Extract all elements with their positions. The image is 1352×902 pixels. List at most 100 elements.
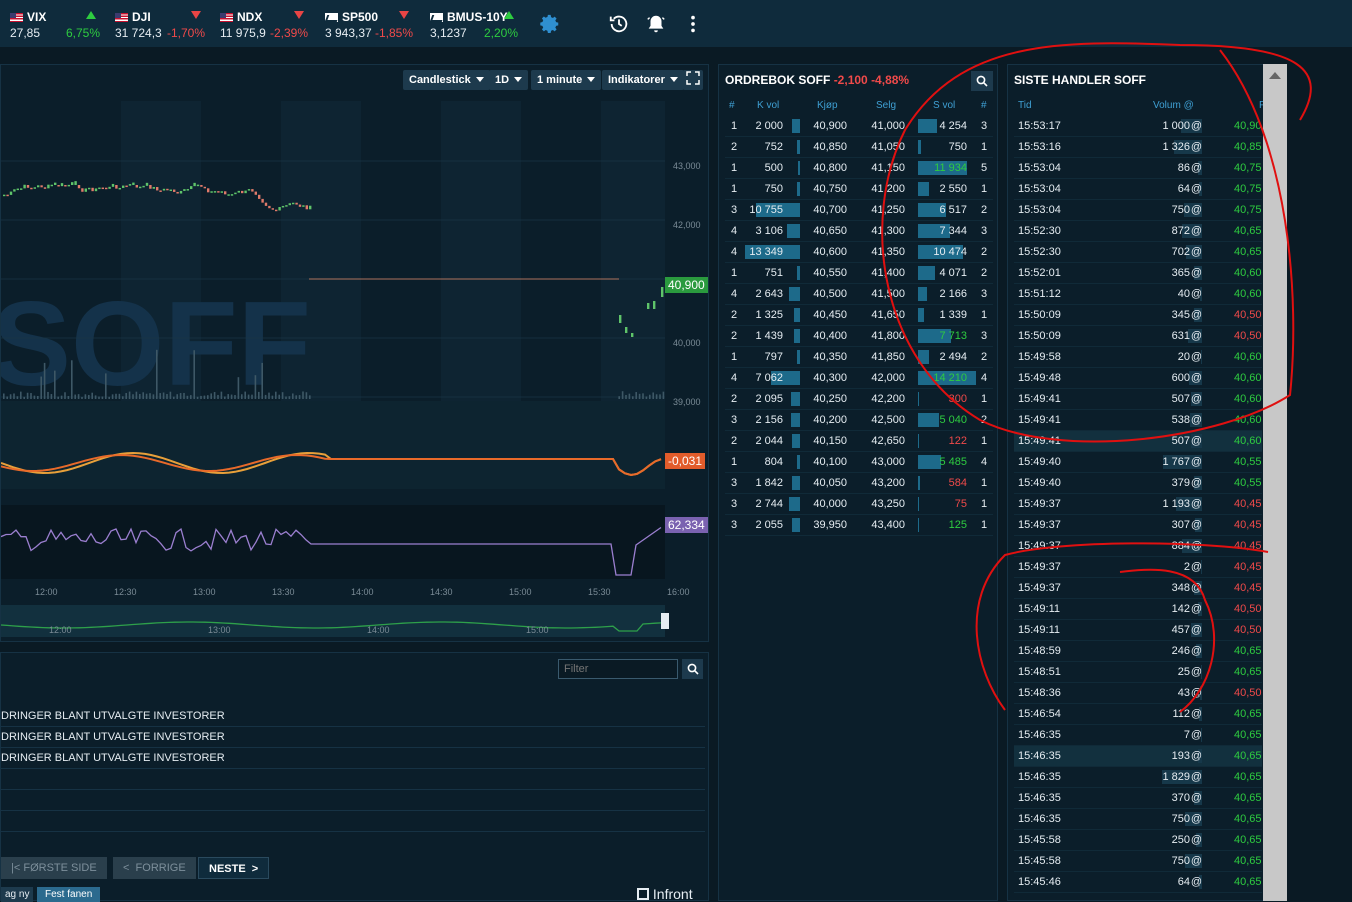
orderbook-row[interactable]: 2 2 095 40,250 42,200 300 1 bbox=[725, 389, 993, 410]
trade-row[interactable]: 15:45:46 64@40,650 bbox=[1014, 872, 1262, 893]
candle bbox=[200, 185, 203, 187]
orderbook-row[interactable]: 2 1 325 40,450 41,650 1 339 1 bbox=[725, 305, 993, 326]
trade-row[interactable]: 15:53:04 750@40,750 bbox=[1014, 200, 1262, 221]
trade-row[interactable]: 15:49:40 379@40,550 bbox=[1014, 473, 1262, 494]
trade-row[interactable]: 15:53:04 86@40,750 bbox=[1014, 158, 1262, 179]
trade-row[interactable]: 15:48:59 246@40,650 bbox=[1014, 641, 1262, 662]
search-icon[interactable] bbox=[971, 71, 993, 91]
bottom-tab-2[interactable]: Fest fanen bbox=[37, 887, 101, 902]
trade-row[interactable]: 15:52:30 702@40,650 bbox=[1014, 242, 1262, 263]
bid-volume: 2 044 bbox=[755, 435, 783, 447]
ticker-vix[interactable]: VIX 27,85 6,75% bbox=[10, 8, 100, 42]
alarm-bell-icon[interactable] bbox=[644, 12, 668, 36]
trade-row[interactable]: 15:49:41 507@40,600 bbox=[1014, 431, 1262, 452]
trade-row[interactable]: 15:49:41 538@40,600 bbox=[1014, 410, 1262, 431]
news-row[interactable]: DRINGER BLANT UTVALGTE INVESTORER bbox=[1, 748, 705, 769]
trade-row[interactable]: 15:49:37 348@40,450 bbox=[1014, 578, 1262, 599]
news-filter-input[interactable] bbox=[558, 659, 678, 679]
bid-volume-bar bbox=[791, 392, 800, 406]
trade-row[interactable]: 15:46:35 193@40,650 bbox=[1014, 746, 1262, 767]
trade-row[interactable]: 15:49:41 507@40,600 bbox=[1014, 389, 1262, 410]
trade-row[interactable]: 15:48:36 43@40,500 bbox=[1014, 683, 1262, 704]
orderbook-row[interactable]: 1 750 40,750 41,200 2 550 1 bbox=[725, 179, 993, 200]
chart-panel[interactable]: Candlestick 1D 1 minute Indikatorer SOFF… bbox=[0, 64, 709, 642]
orderbook-row[interactable]: 3 1 842 40,050 43,200 584 1 bbox=[725, 473, 993, 494]
trade-row[interactable]: 15:49:58 20@40,600 bbox=[1014, 347, 1262, 368]
price-chart[interactable]: SOFF bbox=[1, 65, 709, 643]
trades-scrollbar[interactable] bbox=[1263, 64, 1287, 901]
history-icon[interactable] bbox=[607, 12, 631, 36]
ask-count: 3 bbox=[981, 330, 988, 342]
trades-panel: SISTE HANDLER SOFF Tid Volum @ P 15:53:1… bbox=[1007, 64, 1287, 901]
candle bbox=[108, 186, 111, 189]
orderbook-row[interactable]: 4 7 062 40,300 42,000 14 210 4 bbox=[725, 368, 993, 389]
navigator-handle[interactable] bbox=[661, 613, 669, 629]
trade-row[interactable]: 15:50:09 345@40,500 bbox=[1014, 305, 1262, 326]
trade-row[interactable]: 15:46:35 370@40,650 bbox=[1014, 788, 1262, 809]
trade-row[interactable]: 15:49:37 2@40,450 bbox=[1014, 557, 1262, 578]
orderbook-row[interactable]: 3 2 055 39,950 43,400 125 1 bbox=[725, 515, 993, 536]
trade-row[interactable]: 15:51:12 40@40,600 bbox=[1014, 284, 1262, 305]
trade-row[interactable]: 15:49:37 1 193@40,450 bbox=[1014, 494, 1262, 515]
trade-row[interactable]: 15:49:40 1 767@40,550 bbox=[1014, 452, 1262, 473]
ticker-bmus-10y[interactable]: BMUS-10Y 3,1237 2,20% bbox=[430, 8, 518, 42]
ask-count: 2 bbox=[981, 246, 988, 258]
candle bbox=[43, 187, 47, 189]
trade-row[interactable]: 15:53:17 1 000@40,900 bbox=[1014, 116, 1262, 137]
orderbook-row[interactable]: 1 804 40,100 43,000 5 485 4 bbox=[725, 452, 993, 473]
scroll-up-icon[interactable] bbox=[1269, 72, 1281, 79]
trade-row[interactable]: 15:45:58 750@40,650 bbox=[1014, 851, 1262, 872]
trade-row[interactable]: 15:50:09 631@40,500 bbox=[1014, 326, 1262, 347]
trade-row[interactable]: 15:52:30 872@40,650 bbox=[1014, 221, 1262, 242]
trade-row[interactable]: 15:49:11 457@40,500 bbox=[1014, 620, 1262, 641]
orderbook-row[interactable]: 3 10 755 40,700 41,250 6 517 2 bbox=[725, 200, 993, 221]
trade-price: 40,650 bbox=[1234, 645, 1262, 657]
trade-row[interactable]: 15:53:16 1 326@40,850 bbox=[1014, 137, 1262, 158]
orderbook-row[interactable]: 2 1 439 40,400 41,800 7 713 3 bbox=[725, 326, 993, 347]
orderbook-row[interactable]: 4 13 349 40,600 41,350 10 474 2 bbox=[725, 242, 993, 263]
bid-price: 40,900 bbox=[813, 120, 847, 132]
ticker-ndx[interactable]: NDX 11 975,9 -2,39% bbox=[220, 8, 308, 42]
search-icon[interactable] bbox=[682, 659, 703, 679]
orderbook-row[interactable]: 4 2 643 40,500 41,500 2 166 3 bbox=[725, 284, 993, 305]
trade-row[interactable]: 15:46:35 7@40,650 bbox=[1014, 725, 1262, 746]
trade-row[interactable]: 15:52:01 365@40,600 bbox=[1014, 263, 1262, 284]
ticker-sp500[interactable]: SP500 3 943,37 -1,85% bbox=[325, 8, 413, 42]
prev-page-button[interactable]: < FORRIGE bbox=[113, 857, 196, 879]
orderbook-row[interactable]: 1 2 000 40,900 41,000 4 254 3 bbox=[725, 116, 993, 137]
news-panel: DRINGER BLANT UTVALGTE INVESTORERDRINGER… bbox=[0, 652, 709, 902]
ticker-dji[interactable]: DJI 31 724,3 -1,70% bbox=[115, 8, 205, 42]
orderbook-row[interactable]: 2 752 40,850 41,050 750 1 bbox=[725, 137, 993, 158]
news-row[interactable]: DRINGER BLANT UTVALGTE INVESTORER bbox=[1, 706, 705, 727]
first-page-button[interactable]: |< FØRSTE SIDE bbox=[1, 857, 107, 879]
bid-volume-bar bbox=[791, 413, 800, 427]
trade-row[interactable]: 15:49:37 884@40,450 bbox=[1014, 536, 1262, 557]
next-page-button[interactable]: NESTE > bbox=[198, 857, 270, 879]
at-sign: @ bbox=[1190, 162, 1202, 174]
orderbook-row[interactable]: 3 2 156 40,200 42,500 5 040 2 bbox=[725, 410, 993, 431]
orderbook-title: ORDREBOK SOFF -2,100 -4,88% bbox=[725, 73, 910, 87]
volume-bar bbox=[261, 362, 263, 399]
news-row[interactable]: DRINGER BLANT UTVALGTE INVESTORER bbox=[1, 727, 705, 748]
orderbook-row[interactable]: 3 2 744 40,000 43,250 75 1 bbox=[725, 494, 993, 515]
bid-count: 4 bbox=[731, 372, 738, 384]
gear-icon[interactable] bbox=[538, 12, 562, 36]
orderbook-row[interactable]: 1 500 40,800 41,150 11 934 5 bbox=[725, 158, 993, 179]
trade-row[interactable]: 15:46:35 750@40,650 bbox=[1014, 809, 1262, 830]
trade-row[interactable]: 15:46:54 112@40,650 bbox=[1014, 704, 1262, 725]
bottom-tab-1[interactable]: ag ny bbox=[1, 887, 34, 902]
trade-row[interactable]: 15:53:04 64@40,750 bbox=[1014, 179, 1262, 200]
trade-row[interactable]: 15:48:51 25@40,650 bbox=[1014, 662, 1262, 683]
trade-row[interactable]: 15:49:37 307@40,450 bbox=[1014, 515, 1262, 536]
trade-row[interactable]: 15:45:58 250@40,650 bbox=[1014, 830, 1262, 851]
trade-row[interactable]: 15:49:48 600@40,600 bbox=[1014, 368, 1262, 389]
at-sign: @ bbox=[1190, 876, 1202, 888]
bid-volume: 797 bbox=[764, 351, 783, 363]
more-menu-icon[interactable] bbox=[681, 12, 705, 36]
trade-row[interactable]: 15:49:11 142@40,500 bbox=[1014, 599, 1262, 620]
trade-row[interactable]: 15:46:35 1 829@40,650 bbox=[1014, 767, 1262, 788]
orderbook-row[interactable]: 1 751 40,550 41,400 4 071 2 bbox=[725, 263, 993, 284]
orderbook-row[interactable]: 2 2 044 40,150 42,650 122 1 bbox=[725, 431, 993, 452]
orderbook-row[interactable]: 1 797 40,350 41,850 2 494 2 bbox=[725, 347, 993, 368]
orderbook-row[interactable]: 4 3 106 40,650 41,300 7 344 3 bbox=[725, 221, 993, 242]
